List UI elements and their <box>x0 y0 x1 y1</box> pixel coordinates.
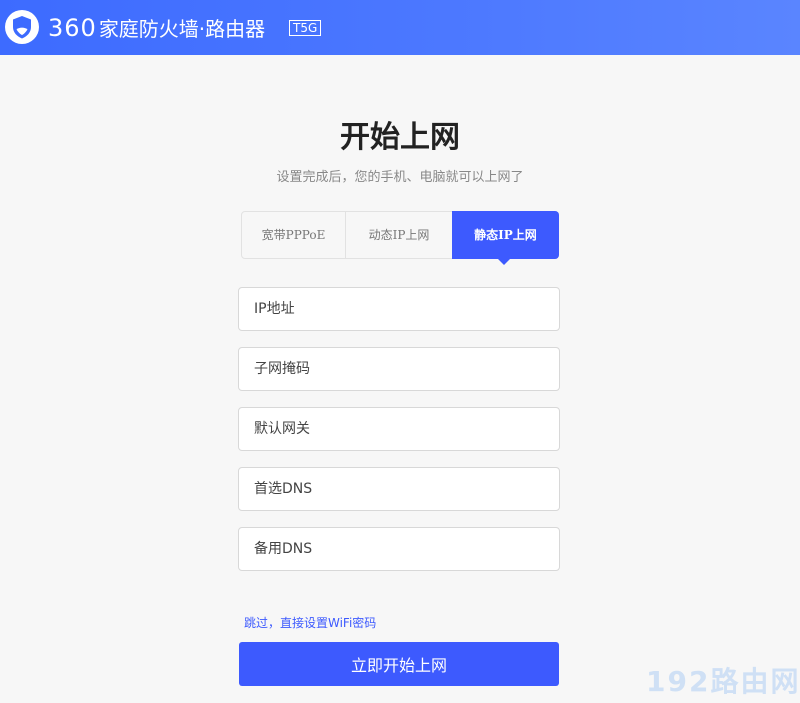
watermark: 192路由网 <box>646 665 800 698</box>
brand-text: 家庭防火墙·路由器 <box>98 17 266 41</box>
primary-dns-input[interactable] <box>238 467 560 511</box>
active-tab-indicator <box>498 259 510 265</box>
secondary-dns-input[interactable] <box>238 527 560 571</box>
tab-static-ip[interactable]: 静态IP上网 <box>452 211 559 265</box>
connection-type-tabs: 宽带PPPoE 动态IP上网 静态IP上网 <box>241 211 559 265</box>
tab-static-ip-label: 静态IP上网 <box>474 228 537 242</box>
brand-number: 360 <box>48 14 97 42</box>
subnet-mask-input[interactable] <box>238 347 560 391</box>
page-subtitle: 设置完成后，您的手机、电脑就可以上网了 <box>276 170 524 185</box>
brand-title: 360 家庭防火墙·路由器 <box>48 13 265 43</box>
start-internet-button[interactable]: 立即开始上网 <box>239 642 559 686</box>
logo <box>5 10 39 44</box>
ip-address-input[interactable] <box>238 287 560 331</box>
model-badge: T5G <box>289 20 322 36</box>
page-title: 开始上网 <box>340 120 460 155</box>
app-header: 360 家庭防火墙·路由器 T5G <box>0 0 800 55</box>
default-gateway-input[interactable] <box>238 407 560 451</box>
tab-pppoe[interactable]: 宽带PPPoE <box>242 212 346 258</box>
shield-icon <box>13 16 31 39</box>
skip-to-wifi-link[interactable]: 跳过，直接设置WiFi密码 <box>244 614 376 632</box>
tab-dynamic-ip[interactable]: 动态IP上网 <box>346 212 452 258</box>
